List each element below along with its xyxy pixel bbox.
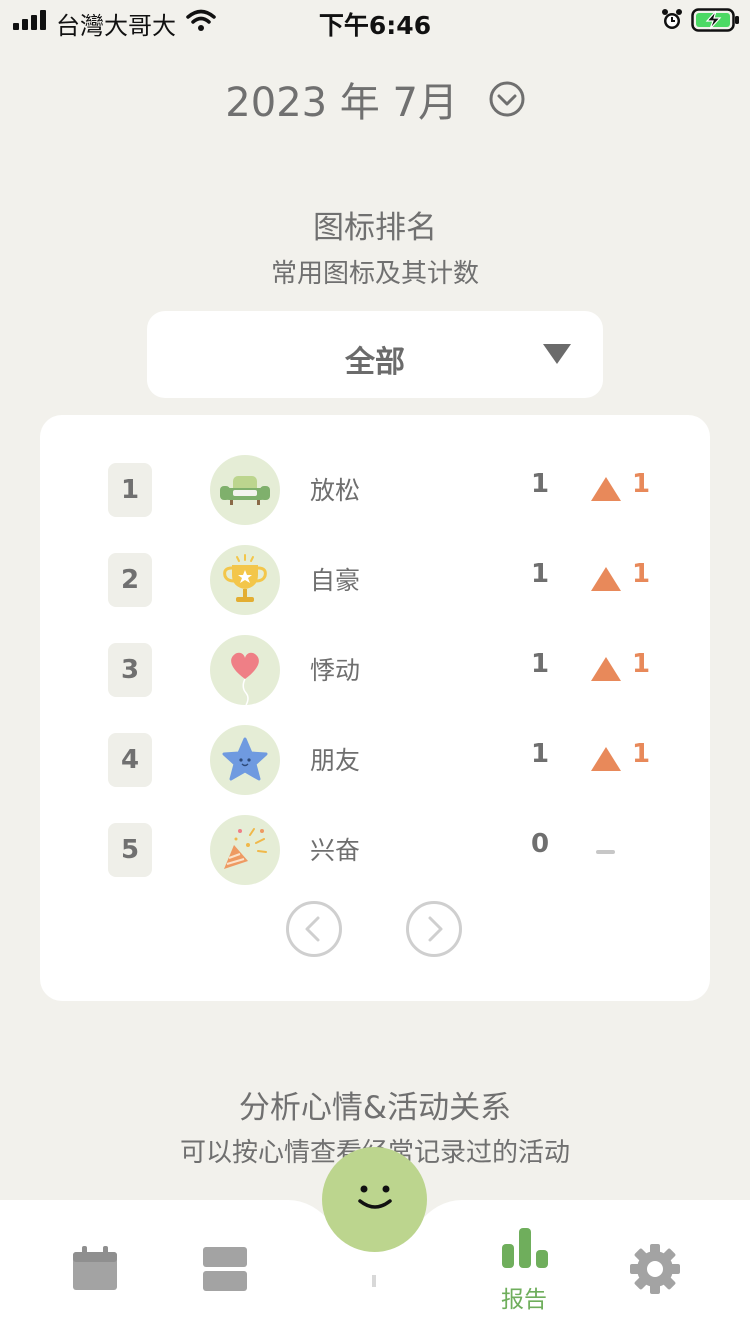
trend-change: 1 [632, 739, 651, 769]
party-popper-icon [210, 815, 280, 885]
ranking-row[interactable]: 2 自豪 1 1 [40, 535, 710, 625]
chevron-right-icon [428, 916, 443, 942]
previous-page-button[interactable] [286, 901, 342, 957]
mood-activity-title: 分析心情&活动关系 [238, 1090, 512, 1126]
icon-count: 1 [530, 739, 550, 769]
alarm-icon [662, 9, 682, 29]
icon-name: 放松 [310, 476, 361, 505]
tab-calendar[interactable] [62, 1236, 128, 1302]
gear-icon [630, 1244, 680, 1294]
rank-number: 4 [108, 733, 152, 787]
trend-up-icon [591, 747, 621, 771]
next-page-button[interactable] [406, 901, 462, 957]
trend-up-icon [591, 477, 621, 501]
chevron-down-circle-icon[interactable] [489, 81, 525, 117]
ranking-row[interactable]: 5 兴奋 0 [40, 805, 710, 895]
month-header[interactable]: 2023 年 7月 [0, 70, 750, 128]
trend-change: 1 [632, 649, 651, 679]
ranking-row[interactable]: 1 放松 1 1 [40, 445, 710, 535]
list-icon [203, 1247, 247, 1291]
rank-number: 2 [108, 553, 152, 607]
ranking-row[interactable]: 4 朋友 1 1 [40, 715, 710, 805]
tab-report-label: 报告 [501, 1287, 547, 1313]
clock-time: 下午6:46 [318, 11, 432, 40]
star-face-icon [210, 725, 280, 795]
icon-count: 1 [530, 649, 550, 679]
icon-ranking-title: 图标排名 [313, 210, 437, 246]
heart-balloon-icon [210, 635, 280, 705]
filter-selected-value: 全部 [345, 345, 405, 380]
icon-name: 兴奋 [310, 836, 361, 865]
icon-count: 1 [530, 559, 550, 589]
rank-number: 5 [108, 823, 152, 877]
trend-change: 1 [632, 469, 651, 499]
rank-number: 1 [108, 463, 152, 517]
icon-name: 悸动 [310, 656, 361, 685]
sofa-icon [210, 455, 280, 525]
smiley-face-icon [358, 1185, 392, 1209]
bar-chart-icon [502, 1228, 548, 1268]
icon-count: 1 [530, 469, 550, 499]
tab-settings[interactable] [622, 1236, 688, 1302]
trend-up-icon [591, 567, 621, 591]
divider [372, 1275, 376, 1287]
add-mood-button[interactable] [322, 1147, 427, 1252]
calendar-icon [73, 1246, 117, 1290]
tab-report[interactable]: 报告 [490, 1222, 560, 1314]
tab-list[interactable] [192, 1236, 258, 1302]
ranking-row[interactable]: 3 悸动 1 1 [40, 625, 710, 715]
dropdown-triangle-icon [543, 344, 571, 364]
category-filter-dropdown[interactable]: 全部 [147, 311, 603, 398]
ranking-card: 1 放松 1 1 2 自豪 1 1 3 悸动 1 1 4 朋友 1 1 5 兴奋… [40, 415, 710, 1001]
icon-ranking-subtitle: 常用图标及其计数 [270, 259, 479, 289]
trend-change: 1 [632, 559, 651, 589]
status-bar: 台灣大哥大 下午6:46 [0, 0, 750, 40]
icon-name: 自豪 [310, 566, 361, 595]
no-change-dash-icon [596, 850, 615, 854]
month-label: 2023 年 7月 [225, 80, 458, 126]
battery-charging-icon [691, 8, 739, 32]
chevron-left-icon [305, 916, 320, 942]
rank-number: 3 [108, 643, 152, 697]
icon-name: 朋友 [310, 746, 361, 775]
trophy-icon [210, 545, 280, 615]
icon-count: 0 [530, 829, 550, 859]
trend-up-icon [591, 657, 621, 681]
